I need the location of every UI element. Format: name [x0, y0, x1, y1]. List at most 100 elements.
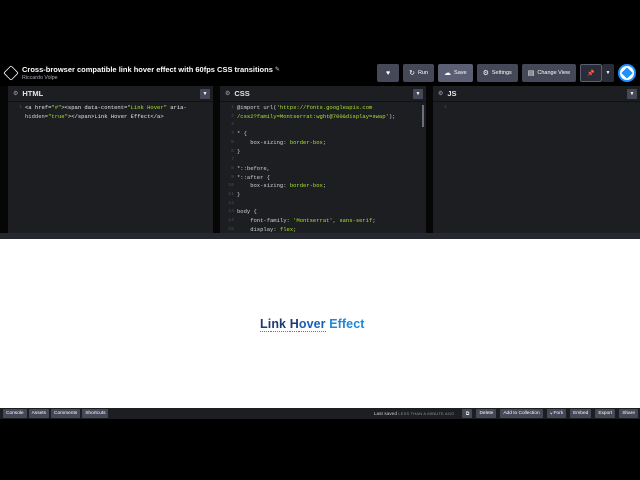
preview-text-part: nk: [271, 317, 290, 332]
chevron-down-icon: ▼: [415, 91, 421, 97]
gear-icon[interactable]: ⚙: [13, 90, 18, 97]
code-line: body {: [237, 208, 257, 217]
cloud-icon: ☁: [444, 70, 452, 77]
code-token: box-sizing:: [237, 138, 290, 146]
code-token: ;: [293, 225, 297, 233]
fork-button[interactable]: ⑂ Fork: [546, 409, 567, 418]
gear-icon[interactable]: ⚙: [438, 90, 443, 97]
html-panel-menu-button[interactable]: ▼: [200, 89, 210, 99]
line-number: 3: [231, 122, 234, 128]
code-line: @import url('https://fonts.googleapis.co…: [237, 104, 372, 113]
line-number: 2: [231, 113, 234, 119]
code-token: ;: [322, 182, 327, 190]
code-line: font-family: 'Montserrat', sans-serif;: [237, 217, 376, 226]
pencil-icon[interactable]: ✎: [275, 66, 280, 73]
external-link-icon: ⧉: [465, 411, 470, 417]
code-token: "true": [48, 112, 68, 120]
line-number: 14: [228, 218, 234, 224]
code-token: ;: [372, 217, 376, 225]
result-preview: Link Hover Effect: [0, 239, 640, 408]
code-token: }: [237, 147, 241, 155]
pen-title-block: Cross-browser compatible link hover effe…: [22, 65, 280, 81]
html-code-editor[interactable]: 1 <a href="#"><span data-content="Link H…: [8, 103, 213, 233]
pen-title[interactable]: Cross-browser compatible link hover effe…: [22, 65, 273, 74]
editor-area: ⚙ HTML ▼ 1 <a href="#"><span data-conten…: [0, 86, 640, 239]
html-panel-header: ⚙ HTML: [8, 86, 213, 102]
line-number: 15: [228, 226, 234, 232]
code-line: box-sizing: border-box;: [237, 182, 326, 191]
code-token: flex: [279, 225, 294, 233]
code-token: *::before,: [237, 164, 271, 172]
preview-link-hover-effect[interactable]: Link Hover Effect: [260, 317, 365, 332]
run-label: Run: [417, 70, 429, 76]
html-editor-panel: ⚙ HTML ▼ 1 <a href="#"><span data-conten…: [8, 86, 213, 233]
js-panel-title: JS: [447, 89, 457, 98]
pen-author[interactable]: Riccardo Volpe: [22, 75, 280, 81]
run-button[interactable]: ↻ Run: [403, 64, 435, 82]
js-panel-menu-button[interactable]: ▼: [627, 89, 637, 99]
add-to-collection-button[interactable]: Add to Collection: [500, 409, 543, 418]
line-number: 13: [228, 209, 234, 215]
save-button[interactable]: ☁ Save: [438, 64, 473, 82]
code-line: <a href="#"><span data-content="Link Hov…: [25, 104, 187, 113]
code-token: /css2?family=Montserrat:wght@700&display…: [237, 112, 389, 120]
css-scrollbar[interactable]: [422, 105, 424, 127]
css-editor-panel: ⚙ CSS ▼ 1 @import url('https://fonts.goog…: [220, 86, 426, 233]
footer-actions: Last saved LESS THAN A MINUTE AGO ⧉ Dele…: [374, 409, 638, 418]
preview-text-part: Effect: [325, 317, 365, 331]
pin-menu-button[interactable]: ▼: [602, 64, 614, 82]
chevron-down-icon: ▼: [605, 70, 611, 76]
layout-icon: ▤: [527, 70, 535, 77]
code-token: border-box: [289, 182, 323, 190]
avatar[interactable]: [618, 64, 636, 82]
code-token: ></span>Link Hover Effect</a>: [67, 112, 164, 120]
export-button[interactable]: Export: [595, 409, 616, 418]
code-token: hidden=: [25, 112, 49, 120]
love-button[interactable]: ♥: [377, 64, 400, 82]
assets-button[interactable]: Assets: [28, 409, 50, 418]
code-line: box-sizing: border-box;: [237, 139, 326, 148]
header-actions: ♥ ↻ Run ☁ Save ⚙ Settings ▤ Change View 📌 ▼: [377, 64, 636, 82]
html-panel-title: HTML: [22, 89, 44, 98]
css-code-editor[interactable]: 1 @import url('https://fonts.googleapis.c…: [220, 103, 426, 233]
code-token: body {: [237, 208, 257, 216]
refresh-icon: ↻: [409, 70, 415, 77]
js-code-editor[interactable]: 1: [433, 103, 640, 233]
shortcuts-button[interactable]: Shortcuts: [82, 409, 109, 418]
preview-text-part: Li: [260, 317, 272, 332]
chevron-down-icon: ▼: [629, 91, 635, 97]
line-number: 1: [19, 105, 22, 110]
pin-button[interactable]: 📌: [580, 64, 602, 82]
code-line: }: [237, 191, 240, 200]
pen-footer: Console Assets Comments Shortcuts Last s…: [0, 408, 640, 419]
settings-button[interactable]: ⚙ Settings: [476, 64, 518, 82]
code-line: display: flex;: [237, 226, 296, 233]
code-token: "Link Hover": [127, 104, 167, 111]
line-number: 8: [231, 165, 234, 171]
delete-button[interactable]: Delete: [476, 409, 497, 418]
heart-icon: ♥: [386, 69, 391, 77]
comments-button[interactable]: Comments: [51, 409, 81, 418]
embed-button[interactable]: Embed: [570, 409, 592, 418]
codepen-logo-icon[interactable]: [3, 65, 19, 81]
pen-header: Cross-browser compatible link hover effe…: [0, 60, 640, 86]
open-new-window-button[interactable]: ⧉: [462, 409, 473, 418]
line-number: 5: [231, 139, 234, 145]
css-panel-menu-button[interactable]: ▼: [413, 89, 423, 99]
gear-icon[interactable]: ⚙: [225, 90, 230, 97]
css-panel-title: CSS: [234, 89, 250, 98]
share-button[interactable]: Share: [619, 409, 638, 418]
preview-text-part: H: [289, 317, 299, 332]
code-token: border-box: [289, 138, 323, 146]
code-line: /css2?family=Montserrat:wght@700&display…: [237, 113, 395, 122]
code-token: ><span data-content=: [61, 104, 128, 111]
change-view-button[interactable]: ▤ Change View: [521, 64, 576, 82]
line-number: 7: [231, 157, 234, 163]
code-token: display:: [237, 225, 280, 233]
code-token: *::after {: [237, 173, 271, 181]
code-line: hidden="true"></span>Link Hover Effect</…: [25, 113, 164, 122]
code-token: box-sizing:: [237, 182, 290, 190]
line-number: 6: [231, 148, 234, 154]
line-number: 10: [228, 183, 234, 189]
console-button[interactable]: Console: [3, 409, 27, 418]
